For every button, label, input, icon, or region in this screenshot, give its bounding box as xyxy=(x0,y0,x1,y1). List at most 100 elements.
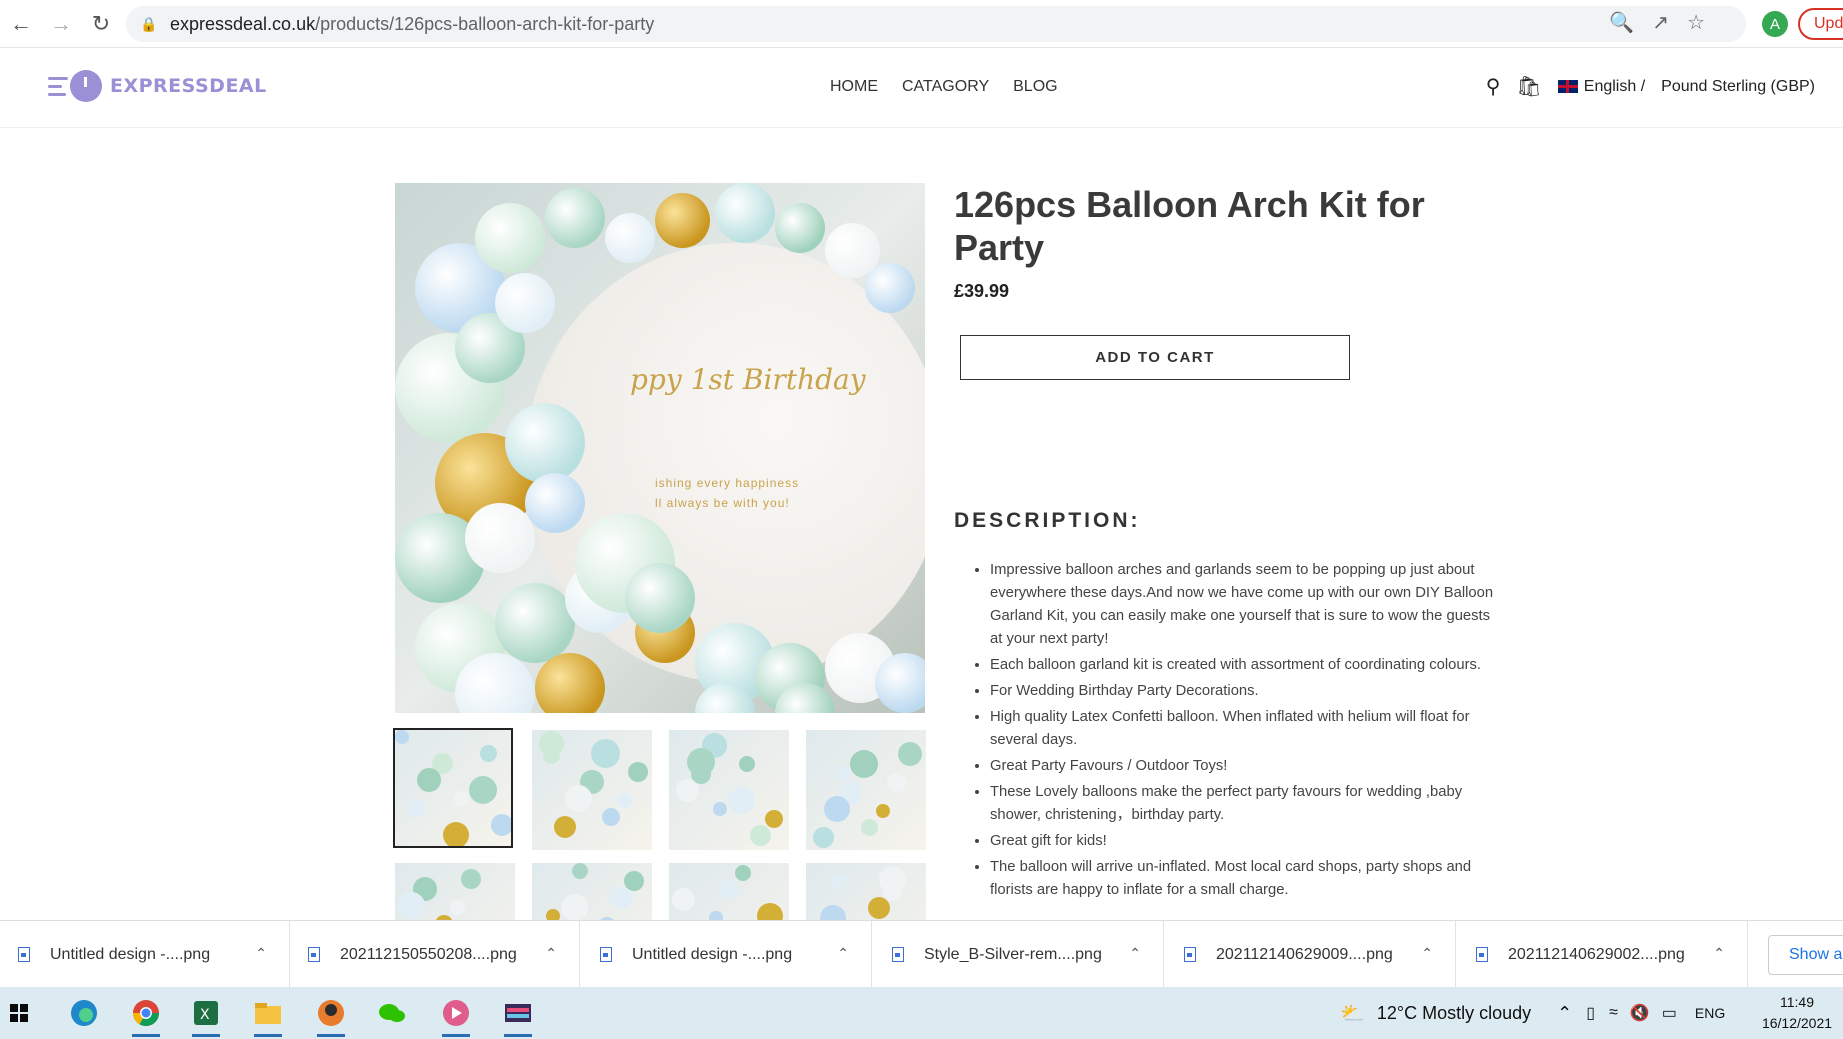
product-price: £39.99 xyxy=(954,281,1010,301)
currency-selector[interactable]: Pound Sterling (GBP) xyxy=(1661,78,1815,96)
nav-home[interactable]: HOME xyxy=(830,78,878,96)
image-file-icon xyxy=(1184,947,1196,962)
language-selector[interactable]: English / xyxy=(1557,78,1645,96)
download-item[interactable]: 202112150550208....png ⌃ xyxy=(290,921,580,988)
language-indicator[interactable]: ENG xyxy=(1695,1005,1725,1021)
cart-bag-icon[interactable]: 🛍 xyxy=(1516,74,1541,99)
download-item[interactable]: 202112140629009....png ⌃ xyxy=(1166,921,1456,988)
chevron-up-icon[interactable]: ⌃ xyxy=(1713,945,1725,962)
description-heading: DESCRIPTION: xyxy=(954,509,1141,532)
product-main-image[interactable]: ppy 1st Birthday ishing every happiness l… xyxy=(395,183,925,713)
back-arrow-icon[interactable]: ← xyxy=(2,5,40,43)
chevron-up-icon[interactable]: ⌃ xyxy=(1421,945,1433,962)
download-item[interactable]: Untitled design -....png ⌃ xyxy=(0,921,290,988)
update-button[interactable]: Upd xyxy=(1798,8,1843,40)
download-item[interactable]: 202112140629002....png ⌃ xyxy=(1458,921,1748,988)
battery-icon[interactable]: ▭ xyxy=(1662,1003,1677,1023)
app-icon[interactable] xyxy=(313,995,349,1037)
add-to-cart-button[interactable]: ADD TO CART xyxy=(960,335,1350,380)
thumbnail-balloon xyxy=(628,762,648,782)
thumbnail-balloon xyxy=(572,863,588,879)
thumbnail-1[interactable] xyxy=(393,728,513,848)
logo-clock-icon xyxy=(70,70,102,102)
forward-arrow-icon[interactable]: → xyxy=(42,5,80,43)
balloon xyxy=(545,188,605,248)
logo-text: EXPRESSDEAL xyxy=(110,75,267,97)
edge-icon[interactable] xyxy=(66,995,102,1031)
balloon xyxy=(495,583,575,663)
thumbnail-balloon xyxy=(728,787,755,814)
excel-icon[interactable]: X xyxy=(188,995,224,1037)
download-item[interactable]: Untitled design -....png ⌃ xyxy=(582,921,872,988)
browser-toolbar: ← → ↻ 🔒 expressdeal.co.uk/products/126pc… xyxy=(0,0,1843,48)
arrow-app-icon[interactable] xyxy=(438,995,474,1037)
chevron-up-icon[interactable]: ⌃ xyxy=(545,945,557,962)
zoom-icon[interactable]: 🔍 xyxy=(1609,10,1634,35)
image-file-icon xyxy=(18,947,30,962)
thumbnail-balloon xyxy=(417,768,441,792)
chevron-up-icon[interactable]: ⌃ xyxy=(837,945,849,962)
backdrop-birthday-text: ppy 1st Birthday xyxy=(630,363,866,396)
balloon xyxy=(465,503,535,573)
thumbnail-3[interactable] xyxy=(669,730,789,850)
backdrop-wish-text: ishing every happiness ll always be with … xyxy=(655,476,800,510)
balloon xyxy=(655,193,710,248)
thumbnail-balloon xyxy=(861,819,878,836)
thumbnail-balloon xyxy=(450,900,465,915)
thumbnail-balloon xyxy=(672,888,695,911)
nav-category[interactable]: CATAGORY xyxy=(902,78,989,96)
thumbnail-balloon xyxy=(406,799,425,818)
windows-start-icon[interactable] xyxy=(10,1004,28,1022)
url-path: /products/126pcs-balloon-arch-kit-for-pa… xyxy=(315,13,655,34)
windows-taskbar: X ⛅ 12°C Mostly cloudy ⌃ ▯ ≈ 🔇 ▭ ENG 11:… xyxy=(0,987,1843,1039)
description-item: Great gift for kids! xyxy=(990,830,1500,853)
chrome-icon[interactable] xyxy=(128,995,164,1037)
speaker-muted-icon[interactable]: 🔇 xyxy=(1630,1003,1650,1023)
share-icon[interactable]: ↗ xyxy=(1652,10,1669,35)
thumbnail-balloon xyxy=(609,886,632,909)
profile-avatar[interactable]: A xyxy=(1762,11,1788,37)
balloon xyxy=(775,203,825,253)
balloon xyxy=(475,203,545,273)
usb-icon[interactable]: ▯ xyxy=(1586,1003,1595,1023)
thumbnail-balloon xyxy=(561,894,588,921)
thumbnail-balloon xyxy=(454,791,469,806)
balloon xyxy=(525,473,585,533)
main-nav: HOME CATAGORY BLOG xyxy=(830,78,1058,96)
wifi-icon[interactable]: ≈ xyxy=(1609,1004,1618,1022)
thumbnail-balloon xyxy=(617,793,632,808)
system-clock[interactable]: 11:49 16/12/2021 xyxy=(1756,992,1838,1034)
weather-icon[interactable]: ⛅ xyxy=(1340,1001,1365,1026)
media-app-icon[interactable] xyxy=(500,995,536,1037)
download-shelf: Untitled design -....png ⌃ 20211215055020… xyxy=(0,920,1843,988)
address-bar[interactable]: 🔒 expressdeal.co.uk/products/126pcs-ball… xyxy=(126,6,1746,42)
show-all-button[interactable]: Show all xyxy=(1768,935,1843,975)
thumbnail-balloon xyxy=(879,866,906,893)
thumbnail-2[interactable] xyxy=(532,730,652,850)
weather-text[interactable]: 12°C Mostly cloudy xyxy=(1377,1003,1531,1024)
tray-chevron-icon[interactable]: ⌃ xyxy=(1557,1003,1572,1024)
file-explorer-icon[interactable] xyxy=(250,995,286,1037)
thumbnail-balloon xyxy=(813,827,834,848)
thumbnail-balloon xyxy=(395,730,409,744)
image-file-icon xyxy=(892,947,904,962)
thumbnail-balloon xyxy=(461,869,481,889)
search-icon[interactable]: ⚲ xyxy=(1486,74,1501,99)
thumbnail-4[interactable] xyxy=(806,730,926,850)
bookmark-star-icon[interactable]: ☆ xyxy=(1687,10,1705,35)
chevron-up-icon[interactable]: ⌃ xyxy=(1129,945,1141,962)
nav-blog[interactable]: BLOG xyxy=(1013,78,1057,96)
chevron-up-icon[interactable]: ⌃ xyxy=(255,945,267,962)
thumbnail-balloon xyxy=(720,880,739,899)
thumbnail-balloon xyxy=(850,750,878,778)
thumbnail-balloon xyxy=(676,779,699,802)
description-item: The balloon will arrive un-inflated. Mos… xyxy=(990,856,1500,902)
site-logo[interactable]: EXPRESSDEAL xyxy=(48,70,267,102)
thumbnail-balloon xyxy=(739,756,755,772)
wechat-icon[interactable] xyxy=(374,995,410,1031)
reload-icon[interactable]: ↻ xyxy=(82,5,120,43)
download-item[interactable]: Style_B-Silver-rem....png ⌃ xyxy=(874,921,1164,988)
product-title: 126pcs Balloon Arch Kit for Party xyxy=(954,184,1425,268)
description-item: For Wedding Birthday Party Decorations. xyxy=(990,680,1500,703)
balloon xyxy=(865,263,915,313)
